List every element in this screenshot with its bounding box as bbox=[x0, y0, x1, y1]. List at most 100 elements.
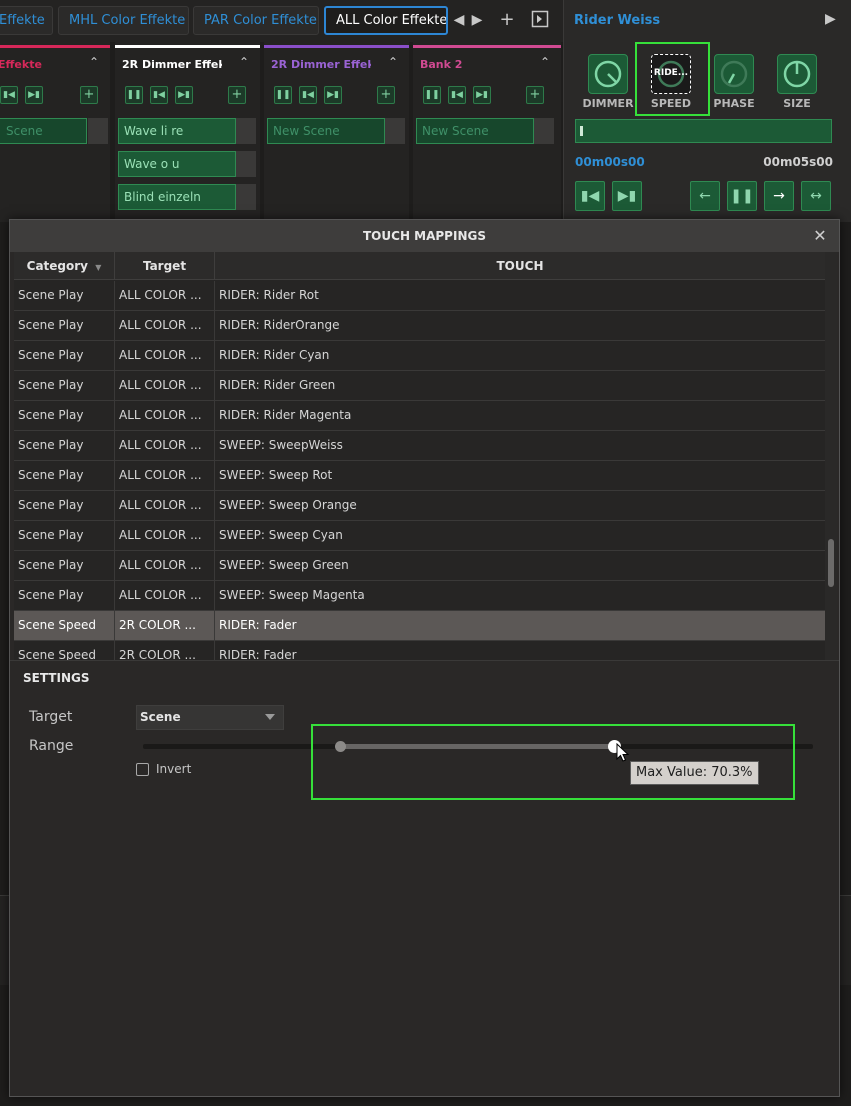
add-scene-icon[interactable]: + bbox=[228, 86, 246, 104]
add-scene-icon[interactable]: + bbox=[80, 86, 98, 104]
arrow-left-icon: ← bbox=[699, 188, 711, 204]
previous-icon[interactable]: ▮◀ bbox=[0, 86, 18, 104]
scene-side-handle[interactable] bbox=[385, 118, 405, 144]
table-cell-target: ALL COLOR ... bbox=[115, 341, 215, 370]
table-cell-target: ALL COLOR ... bbox=[115, 371, 215, 400]
table-row[interactable]: Scene Play ALL COLOR ... SWEEP: Sweep Gree… bbox=[14, 551, 825, 581]
next-icon[interactable]: ▶▮ bbox=[25, 86, 43, 104]
phase-knob[interactable] bbox=[714, 54, 754, 94]
scene-column: Effekte ⌃ ▮◀ ▶▮ + Scene bbox=[0, 42, 110, 222]
scene-item[interactable]: Blind einzeln bbox=[118, 184, 236, 210]
column-header-touch[interactable]: TOUCH bbox=[215, 252, 825, 280]
table-cell-target: ALL COLOR ... bbox=[115, 431, 215, 460]
direction-forward-button[interactable]: → bbox=[764, 181, 794, 211]
table-row[interactable]: Scene Speed 2R COLOR ... RIDER: Fader bbox=[14, 611, 825, 641]
pause-icon[interactable]: ❚❚ bbox=[125, 86, 143, 104]
table-cell-touch: RIDER: Fader bbox=[219, 648, 297, 660]
scrollbar-thumb[interactable] bbox=[828, 539, 834, 587]
invert-checkbox[interactable] bbox=[136, 763, 149, 776]
next-icon[interactable]: ▶▮ bbox=[324, 86, 342, 104]
previous-button[interactable]: ▮◀ bbox=[575, 181, 605, 211]
timeline-slider[interactable] bbox=[575, 119, 832, 143]
table-cell-touch: SWEEP: Sweep Cyan bbox=[219, 528, 343, 542]
pause-icon[interactable]: ❚❚ bbox=[274, 86, 292, 104]
add-tab-icon[interactable]: + bbox=[497, 10, 517, 30]
scene-side-handle[interactable] bbox=[236, 184, 256, 210]
pause-icon[interactable]: ❚❚ bbox=[423, 86, 441, 104]
scene-side-handle[interactable] bbox=[236, 118, 256, 144]
knob-label: SIZE bbox=[783, 97, 811, 110]
add-scene-icon[interactable]: + bbox=[377, 86, 395, 104]
column-header-category[interactable]: Category ▼ bbox=[14, 252, 115, 280]
tab-mhl-color-effekte[interactable]: MHL Color Effekte bbox=[58, 6, 189, 35]
mappings-table: Category ▼ Target TOUCH Scene Play ALL CO… bbox=[14, 252, 825, 660]
panel-toggle-icon[interactable] bbox=[531, 10, 551, 30]
column-header-target[interactable]: Target bbox=[115, 252, 215, 280]
previous-icon[interactable]: ▮◀ bbox=[150, 86, 168, 104]
dialog-title: TOUCH MAPPINGS bbox=[10, 220, 839, 252]
table-scrollbar[interactable] bbox=[825, 252, 837, 660]
scene-side-handle[interactable] bbox=[534, 118, 554, 144]
direction-backward-button[interactable]: ← bbox=[690, 181, 720, 211]
speed-knob-highlight bbox=[635, 42, 710, 116]
table-row[interactable]: Scene Play ALL COLOR ... SWEEP: Sweep Oran… bbox=[14, 491, 825, 521]
table-cell-category: Scene Play bbox=[14, 371, 115, 400]
table-cell-touch: SWEEP: SweepWeiss bbox=[219, 438, 343, 452]
collapse-icon[interactable]: ⌃ bbox=[86, 54, 102, 70]
previous-icon[interactable]: ▮◀ bbox=[448, 86, 466, 104]
table-row[interactable]: Scene Play ALL COLOR ... SWEEP: SweepWeiss bbox=[14, 431, 825, 461]
column-color-bar bbox=[413, 45, 561, 48]
direction-bounce-button[interactable]: ↔ bbox=[801, 181, 831, 211]
table-cell-touch: SWEEP: Sweep Green bbox=[219, 558, 349, 572]
pause-button[interactable]: ❚❚ bbox=[727, 181, 757, 211]
table-cell-target: ALL COLOR ... bbox=[115, 581, 215, 610]
previous-icon[interactable]: ▮◀ bbox=[299, 86, 317, 104]
next-icon[interactable]: ▶▮ bbox=[175, 86, 193, 104]
scroll-tabs-right-icon[interactable]: ▶ bbox=[467, 10, 487, 30]
table-row[interactable]: Scene Play ALL COLOR ... RIDER: RiderOrang… bbox=[14, 311, 825, 341]
table-row[interactable]: Scene Play ALL COLOR ... RIDER: Rider Mage… bbox=[14, 401, 825, 431]
table-row[interactable]: Scene Play ALL COLOR ... RIDER: Rider Cyan bbox=[14, 341, 825, 371]
scene-item[interactable]: Scene bbox=[0, 118, 87, 144]
scene-tab-bar: Effekte MHL Color Effekte PAR Color Effe… bbox=[0, 0, 563, 42]
collapse-icon[interactable]: ⌃ bbox=[385, 54, 401, 70]
scene-item[interactable]: New Scene bbox=[267, 118, 385, 144]
tab-par-color-effekte[interactable]: PAR Color Effekte bbox=[193, 6, 319, 35]
table-cell-target: ALL COLOR ... bbox=[115, 461, 215, 490]
collapse-icon[interactable]: ⌃ bbox=[236, 54, 252, 70]
table-cell-touch: RIDER: Rider Cyan bbox=[219, 348, 330, 362]
knob-label: DIMMER bbox=[582, 97, 634, 110]
add-scene-icon[interactable]: + bbox=[526, 86, 544, 104]
column-color-bar bbox=[264, 45, 409, 48]
table-cell-target: ALL COLOR ... bbox=[115, 491, 215, 520]
table-row[interactable]: Scene Play ALL COLOR ... RIDER: Rider Gree… bbox=[14, 371, 825, 401]
table-cell-category: Scene Play bbox=[14, 401, 115, 430]
next-button[interactable]: ▶▮ bbox=[612, 181, 642, 211]
scene-item[interactable]: New Scene bbox=[416, 118, 534, 144]
table-cell-category: Scene Play bbox=[14, 521, 115, 550]
collapse-icon[interactable]: ⌃ bbox=[537, 54, 553, 70]
table-row[interactable]: Scene Play ALL COLOR ... RIDER: Rider Rot bbox=[14, 281, 825, 311]
scene-side-handle[interactable] bbox=[88, 118, 108, 144]
scene-column: 2R Dimmer Effekte ⌃ ❚❚ ▮◀ ▶▮ + Wave li r… bbox=[115, 42, 260, 222]
scene-item[interactable]: Wave li re bbox=[118, 118, 236, 144]
time-end: 00m05s00 bbox=[763, 155, 833, 169]
table-row[interactable]: Scene Play ALL COLOR ... SWEEP: Sweep Mage… bbox=[14, 581, 825, 611]
table-row[interactable]: Scene Play ALL COLOR ... SWEEP: Sweep Cyan bbox=[14, 521, 825, 551]
table-row[interactable]: Scene Speed 2R COLOR ... RIDER: Fader bbox=[14, 641, 825, 660]
timeline-playhead[interactable] bbox=[580, 126, 583, 136]
scene-side-handle[interactable] bbox=[236, 151, 256, 177]
size-knob[interactable] bbox=[777, 54, 817, 94]
tab-all-color-effekte[interactable]: ALL Color Effekte bbox=[324, 6, 448, 35]
scene-item[interactable]: Wave o u bbox=[118, 151, 236, 177]
table-cell-target: 2R COLOR ... bbox=[115, 611, 215, 640]
tab-effekte[interactable]: Effekte bbox=[0, 6, 53, 35]
next-icon[interactable]: ▶▮ bbox=[473, 86, 491, 104]
table-row[interactable]: Scene Play ALL COLOR ... SWEEP: Sweep Rot bbox=[14, 461, 825, 491]
dimmer-knob[interactable] bbox=[588, 54, 628, 94]
scroll-tabs-left-icon[interactable]: ◀ bbox=[449, 10, 469, 30]
close-icon[interactable]: ✕ bbox=[811, 227, 829, 245]
target-select[interactable]: Scene bbox=[136, 705, 284, 730]
pause-icon: ❚❚ bbox=[730, 188, 754, 204]
play-icon[interactable]: ▶ bbox=[825, 11, 839, 27]
